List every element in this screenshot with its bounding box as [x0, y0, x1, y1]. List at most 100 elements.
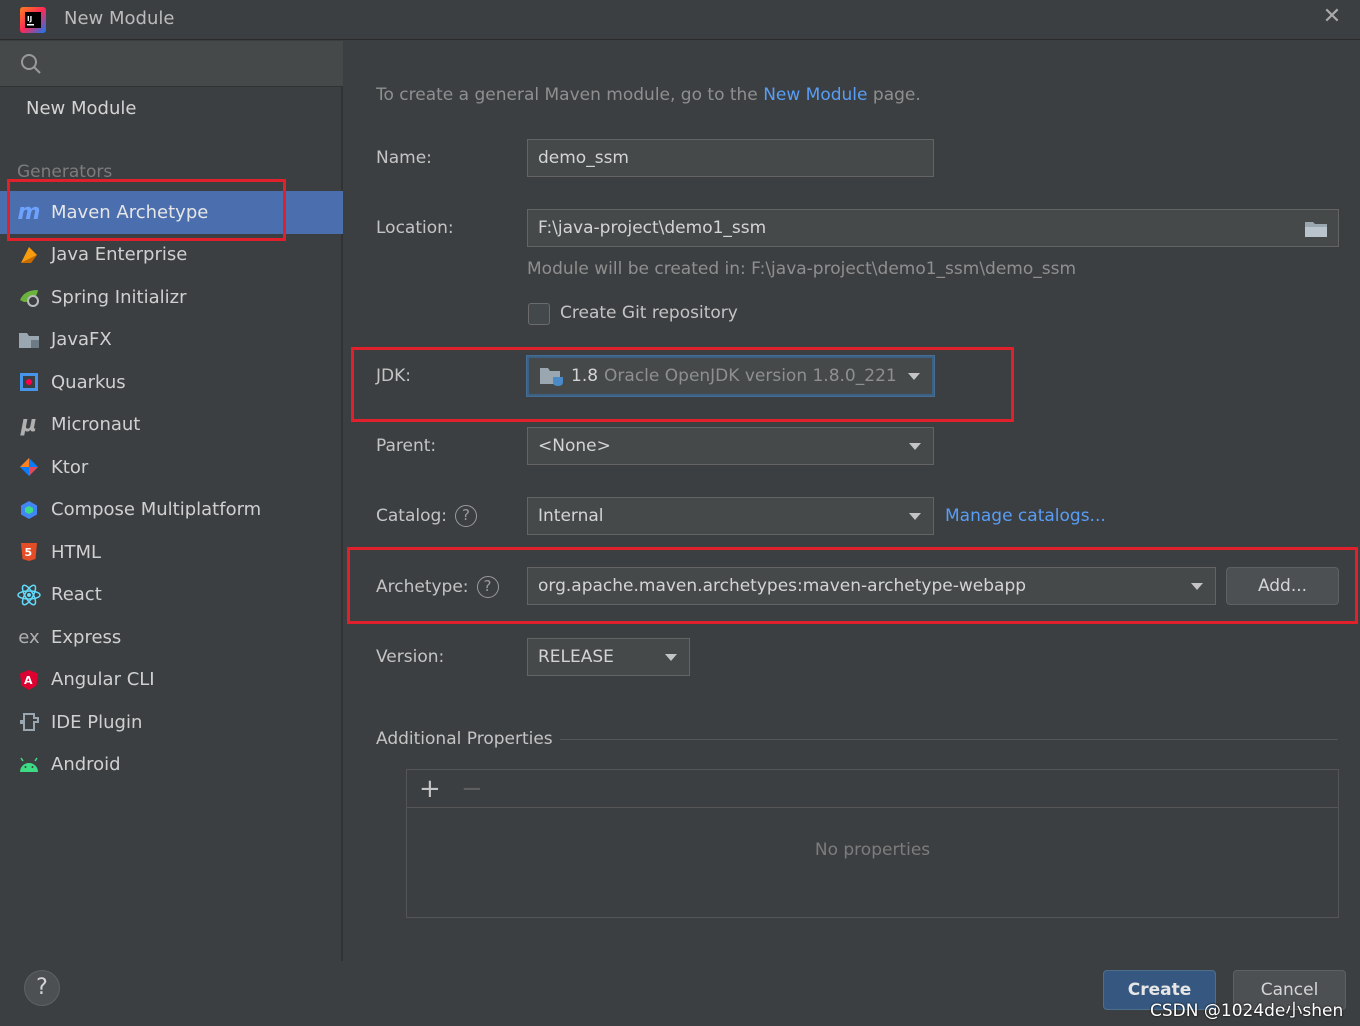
ide-plugin-icon	[17, 710, 41, 734]
section-divider	[560, 739, 1338, 740]
ktor-icon	[17, 455, 41, 479]
micronaut-icon: μ	[20, 412, 38, 438]
close-icon[interactable]: ✕	[1321, 6, 1343, 28]
add-archetype-button[interactable]: Add...	[1226, 567, 1339, 605]
info-prefix: To create a general Maven module, go to …	[376, 85, 758, 105]
svg-text:5: 5	[25, 546, 33, 559]
sidebar-item-quarkus[interactable]: Quarkus	[0, 361, 343, 404]
compose-icon	[17, 498, 41, 522]
info-text: To create a general Maven module, go to …	[376, 85, 921, 105]
jdk-dropdown[interactable]: 1.8 Oracle OpenJDK version 1.8.0_221	[527, 356, 934, 396]
sidebar-item-new-module[interactable]: New Module	[26, 98, 136, 119]
window-title: New Module	[64, 8, 175, 29]
help-button[interactable]: ?	[24, 970, 60, 1006]
quarkus-icon	[17, 370, 41, 394]
new-module-link[interactable]: New Module	[763, 85, 867, 105]
version-label: Version:	[376, 647, 445, 667]
sidebar-item-react[interactable]: React	[0, 574, 343, 617]
folder-icon[interactable]	[1304, 220, 1328, 238]
generators-group-label: Generators	[17, 162, 113, 182]
properties-toolbar: + −	[407, 770, 1338, 808]
main-panel: To create a general Maven module, go to …	[345, 41, 1360, 961]
additional-properties-title: Additional Properties	[376, 729, 553, 749]
sidebar-item-label: Compose Multiplatform	[51, 499, 262, 521]
sidebar-item-label: IDE Plugin	[51, 711, 143, 733]
title-bar: IJ New Module ✕	[0, 0, 1360, 40]
archetype-dropdown[interactable]: org.apache.maven.archetypes:maven-archet…	[527, 567, 1216, 605]
sidebar-item-javafx[interactable]: JavaFX	[0, 319, 343, 362]
sidebar-item-label: Android	[51, 754, 121, 776]
sidebar-item-micronaut[interactable]: μ Micronaut	[0, 404, 343, 447]
sidebar-item-maven-archetype[interactable]: m Maven Archetype	[0, 191, 343, 234]
sidebar-item-label: Ktor	[51, 456, 89, 478]
sidebar-item-spring-initializr[interactable]: Spring Initializr	[0, 276, 343, 319]
properties-table: + − No properties	[406, 769, 1339, 918]
catalog-label-text: Catalog:	[376, 506, 448, 526]
sidebar-item-label: Express	[51, 626, 122, 648]
javafx-folder-icon	[17, 328, 41, 352]
svg-text:IJ: IJ	[27, 15, 32, 23]
sidebar-item-label: Angular CLI	[51, 669, 155, 691]
catalog-dropdown[interactable]: Internal	[527, 497, 934, 535]
sidebar-item-android[interactable]: Android	[0, 744, 343, 787]
location-value: F:\java-project\demo1_ssm	[538, 218, 767, 238]
sidebar-item-compose-multiplatform[interactable]: Compose Multiplatform	[0, 489, 343, 532]
catalog-label: Catalog:?	[376, 505, 478, 527]
manage-catalogs-link[interactable]: Manage catalogs...	[945, 506, 1106, 526]
no-properties-text: No properties	[814, 840, 931, 860]
angular-icon: A	[17, 668, 41, 692]
sidebar-item-ide-plugin[interactable]: IDE Plugin	[0, 701, 343, 744]
jdk-folder-icon	[540, 368, 563, 386]
sidebar-item-label: Micronaut	[51, 414, 141, 436]
maven-icon: m	[17, 199, 41, 225]
archetype-label: Archetype:?	[376, 576, 499, 598]
sidebar-item-ktor[interactable]: Ktor	[0, 446, 343, 489]
sidebar-item-label: HTML	[51, 541, 102, 563]
search-icon	[21, 54, 41, 74]
version-value: RELEASE	[538, 647, 614, 667]
chevron-down-icon	[908, 373, 920, 380]
jdk-label: JDK:	[376, 366, 411, 386]
html5-icon: 5	[17, 540, 41, 564]
chevron-down-icon	[909, 513, 921, 520]
sidebar-item-html[interactable]: 5 HTML	[0, 531, 343, 574]
name-field[interactable]: demo_ssm	[527, 139, 934, 177]
sidebar-item-label: Spring Initializr	[51, 286, 187, 308]
sidebar-item-label: JavaFX	[51, 329, 112, 351]
chevron-down-icon	[1191, 583, 1203, 590]
parent-dropdown[interactable]: <None>	[527, 427, 934, 465]
help-circle-icon[interactable]: ?	[476, 576, 499, 598]
sidebar-item-label: React	[51, 584, 102, 606]
watermark: CSDN @1024de小shen	[1150, 1001, 1344, 1021]
sidebar-item-label: Quarkus	[51, 371, 126, 393]
remove-property-button[interactable]: −	[461, 774, 483, 804]
add-property-button[interactable]: +	[419, 774, 441, 804]
archetype-label-text: Archetype:	[376, 577, 469, 597]
help-circle-icon[interactable]: ?	[455, 505, 478, 527]
sidebar-item-label: Maven Archetype	[51, 201, 209, 223]
intellij-logo-icon: IJ	[20, 7, 46, 33]
location-field[interactable]: F:\java-project\demo1_ssm	[527, 209, 1339, 247]
location-hint: Module will be created in: F:\java-proje…	[527, 259, 1077, 279]
sidebar-item-angular-cli[interactable]: A Angular CLI	[0, 659, 343, 702]
git-checkbox-label: Create Git repository	[560, 303, 738, 323]
name-value: demo_ssm	[538, 148, 629, 168]
jdk-version: 1.8	[571, 366, 599, 386]
jdk-name: Oracle OpenJDK version 1.8.0_221	[604, 366, 897, 386]
sidebar-item-express[interactable]: ex Express	[0, 616, 343, 659]
parent-label: Parent:	[376, 436, 437, 456]
chevron-down-icon	[909, 443, 921, 450]
sidebar-item-label: Java Enterprise	[51, 244, 188, 266]
archetype-value: org.apache.maven.archetypes:maven-archet…	[538, 576, 1027, 596]
express-icon: ex	[18, 626, 40, 648]
search-input[interactable]	[0, 41, 343, 87]
parent-value: <None>	[538, 436, 611, 456]
sidebar: New Module Generators m Maven Archetype …	[0, 41, 343, 961]
sidebar-item-java-enterprise[interactable]: Java Enterprise	[0, 234, 343, 277]
catalog-value: Internal	[538, 506, 604, 526]
android-icon	[17, 753, 41, 777]
git-checkbox[interactable]	[528, 303, 550, 325]
name-label: Name:	[376, 148, 432, 168]
spring-icon	[17, 285, 41, 309]
version-dropdown[interactable]: RELEASE	[527, 638, 690, 676]
